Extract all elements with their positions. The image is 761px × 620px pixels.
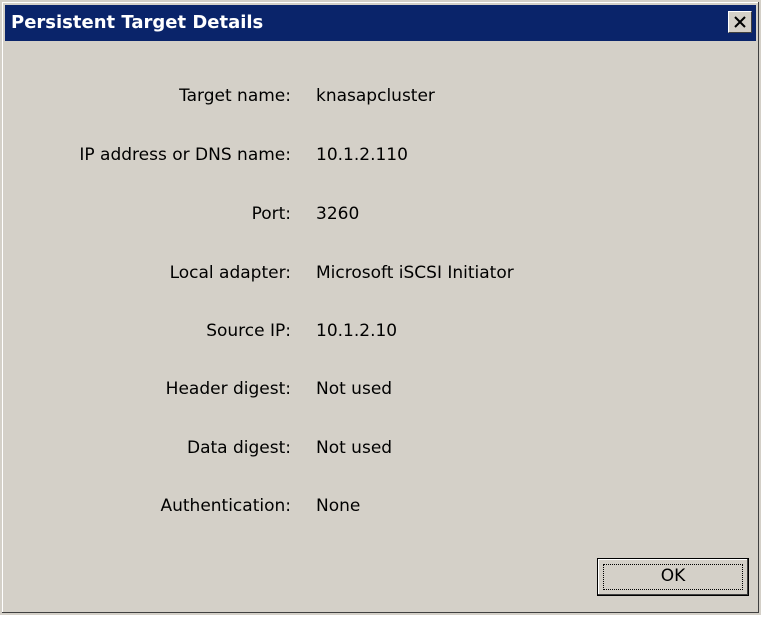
local-adapter-value: Microsoft iSCSI Initiator (316, 263, 514, 283)
data-digest-value: Not used (316, 438, 393, 458)
ip-address-value: 10.1.2.110 (316, 145, 408, 165)
header-digest-value: Not used (316, 379, 393, 399)
local-adapter-label: Local adapter: (169, 263, 291, 283)
port-value: 3260 (316, 204, 360, 224)
source-ip-value: 10.1.2.10 (316, 321, 398, 341)
detail-row-data-digest: Data digest: Not used (2, 438, 759, 468)
ok-button[interactable]: OK (597, 558, 749, 596)
authentication-label: Authentication: (160, 496, 291, 516)
header-digest-label: Header digest: (165, 379, 291, 399)
detail-row-authentication: Authentication: None (2, 496, 759, 526)
ip-address-label: IP address or DNS name: (79, 145, 291, 165)
target-name-value: knasapcluster (316, 86, 435, 106)
port-label: Port: (251, 204, 291, 224)
window-title: Persistent Target Details (11, 12, 264, 33)
close-button[interactable] (728, 11, 752, 33)
target-name-label: Target name: (179, 86, 291, 106)
data-digest-label: Data digest: (186, 438, 291, 458)
detail-row-target-name: Target name: knasapcluster (2, 86, 759, 116)
detail-row-port: Port: 3260 (2, 204, 759, 234)
source-ip-label: Source IP: (206, 321, 291, 341)
detail-row-local-adapter: Local adapter: Microsoft iSCSI Initiator (2, 263, 759, 293)
detail-row-source-ip: Source IP: 10.1.2.10 (2, 321, 759, 351)
title-bar[interactable]: Persistent Target Details (5, 5, 756, 41)
detail-row-header-digest: Header digest: Not used (2, 379, 759, 409)
authentication-value: None (316, 496, 361, 516)
close-icon (734, 16, 746, 28)
persistent-target-details-dialog: Persistent Target Details Target name: k… (0, 0, 761, 615)
ok-button-label: OK (660, 566, 686, 586)
detail-row-ip-address: IP address or DNS name: 10.1.2.110 (2, 145, 759, 175)
